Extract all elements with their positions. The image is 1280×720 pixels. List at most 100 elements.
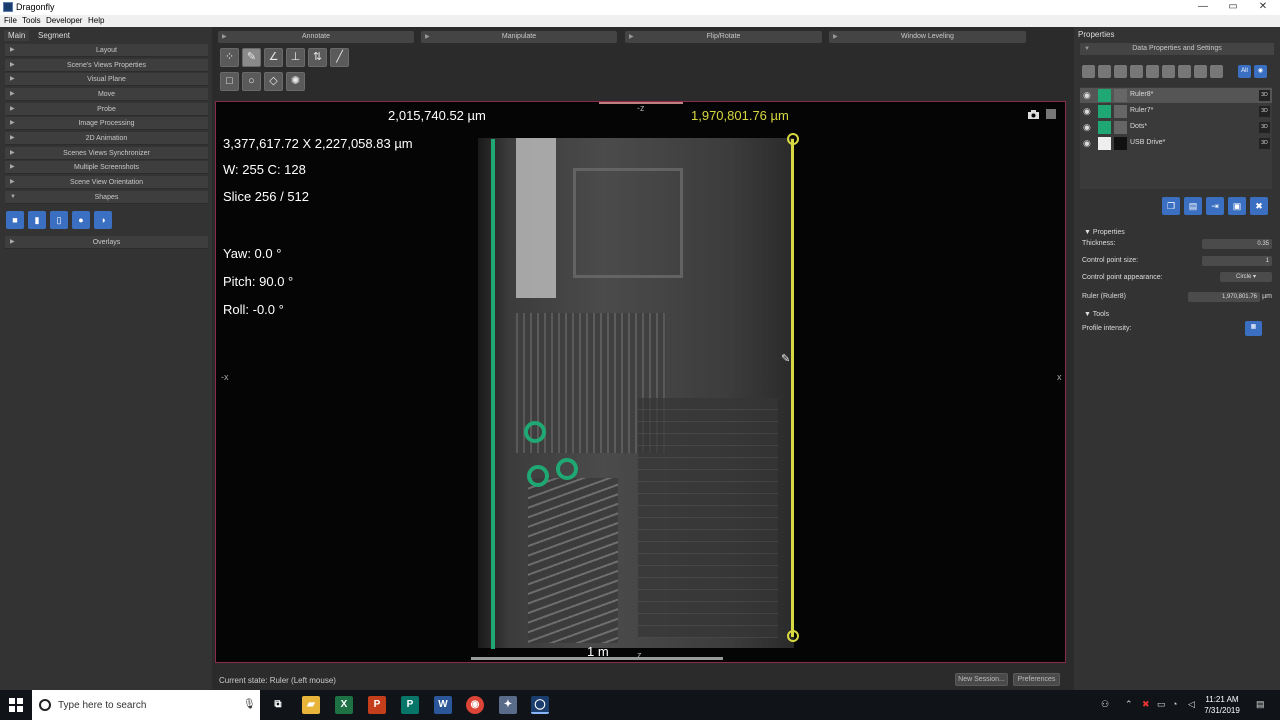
app-icon[interactable]: ✦: [499, 696, 517, 714]
annotate-section[interactable]: ▶ Annotate: [218, 31, 414, 43]
battery-icon[interactable]: ▭: [1157, 699, 1166, 710]
maximize-button[interactable]: ▭: [1225, 1, 1241, 13]
3d-toggle[interactable]: 3D: [1259, 90, 1270, 101]
panel-shapes[interactable]: ▼ Shapes: [5, 191, 208, 204]
tools-section-header[interactable]: ▼ Tools: [1084, 311, 1109, 318]
windows-start-icon[interactable]: [9, 698, 23, 712]
dot-marker[interactable]: [556, 458, 578, 480]
list-item[interactable]: ◉ Ruler8* 3D: [1080, 88, 1272, 103]
ruler-filter-icon[interactable]: [1098, 65, 1111, 78]
tab-segment[interactable]: Segment: [34, 30, 74, 41]
multiroi-filter-icon[interactable]: [1146, 65, 1159, 78]
color-swatch[interactable]: [1098, 89, 1111, 102]
ruler-7-line[interactable]: [491, 139, 495, 649]
list-item[interactable]: ◉ Dots* 3D: [1080, 120, 1272, 135]
dot-marker[interactable]: [524, 421, 546, 443]
ruler-8-bottom-control-point[interactable]: [787, 630, 799, 642]
dot-marker[interactable]: [527, 465, 549, 487]
menu-file[interactable]: File: [4, 16, 17, 25]
image-viewport[interactable]: -z 2,015,740.52 µm 1,970,801.76 µm 3,377…: [215, 101, 1066, 663]
visibility-filter-icon[interactable]: ◉: [1254, 65, 1267, 78]
delete-icon[interactable]: ✖: [1250, 197, 1268, 215]
ruler-8-top-control-point[interactable]: [787, 133, 799, 145]
data-properties-header[interactable]: ▼ Data Properties and Settings: [1080, 43, 1274, 55]
polygon-tool-icon[interactable]: ◇: [264, 72, 283, 91]
freehand-tool-icon[interactable]: ✺: [286, 72, 305, 91]
ruler-8-line[interactable]: [791, 139, 794, 637]
graph-filter-icon[interactable]: [1194, 65, 1207, 78]
box-shape-button[interactable]: ■: [6, 211, 24, 229]
angle-tool-icon[interactable]: ∠: [264, 48, 283, 67]
sphere-shape-button[interactable]: ●: [72, 211, 90, 229]
panel-move[interactable]: ▶ Move: [5, 88, 208, 101]
caliper-tool-icon[interactable]: ⊥: [286, 48, 305, 67]
eye-icon[interactable]: ◉: [1083, 123, 1093, 132]
camera-icon[interactable]: [1028, 110, 1039, 119]
window-leveling-section[interactable]: ▶ Window Leveling: [829, 31, 1026, 43]
list-item[interactable]: ◉ Ruler7* 3D: [1080, 104, 1272, 119]
annotation-filter-icon[interactable]: [1210, 65, 1223, 78]
new-session-button[interactable]: New Session...: [955, 673, 1008, 686]
save-icon[interactable]: ▣: [1228, 197, 1246, 215]
panel-scenes-views-synchronizer[interactable]: ▶ Scenes Views Synchronizer: [5, 147, 208, 160]
control-point-appearance-select[interactable]: Circle ▾: [1220, 272, 1272, 282]
eye-icon[interactable]: ◉: [1083, 91, 1093, 100]
project-icon[interactable]: P: [401, 696, 419, 714]
ruler-tool-icon[interactable]: ✎: [242, 48, 261, 67]
file-explorer-icon[interactable]: ▰: [302, 696, 320, 714]
word-icon[interactable]: W: [434, 696, 452, 714]
minimize-button[interactable]: —: [1195, 1, 1211, 13]
dots-tool-icon[interactable]: ⁘: [220, 48, 239, 67]
thickness-field[interactable]: 0.35: [1202, 239, 1272, 249]
tab-main[interactable]: Main: [4, 30, 30, 41]
menu-help[interactable]: Help: [88, 16, 104, 25]
rectangle-tool-icon[interactable]: □: [220, 72, 239, 91]
line-tool-icon[interactable]: ╱: [330, 48, 349, 67]
taskbar-search-box[interactable]: Type here to search 🎙: [32, 690, 260, 720]
distance-tool-icon[interactable]: ⇅: [308, 48, 327, 67]
3d-toggle[interactable]: 3D: [1259, 138, 1270, 149]
panel-multiple-screenshots[interactable]: ▶ Multiple Screenshots: [5, 161, 208, 174]
maximize-view-icon[interactable]: [1046, 109, 1056, 119]
flip-rotate-section[interactable]: ▶ Flip/Rotate: [625, 31, 822, 43]
export-icon[interactable]: ⇥: [1206, 197, 1224, 215]
color-swatch[interactable]: [1098, 137, 1111, 150]
tube-shape-button[interactable]: ▯: [50, 211, 68, 229]
panel-layout[interactable]: ▶ Layout: [5, 44, 208, 57]
network-icon[interactable]: ◔: [1172, 699, 1177, 709]
ellipse-tool-icon[interactable]: ○: [242, 72, 261, 91]
powerpoint-icon[interactable]: P: [368, 696, 386, 714]
cylinder-shape-button[interactable]: ▮: [28, 211, 46, 229]
3d-toggle[interactable]: 3D: [1259, 106, 1270, 117]
mesh-filter-icon[interactable]: [1162, 65, 1175, 78]
panel-image-processing[interactable]: ▶ Image Processing: [5, 117, 208, 130]
chrome-icon[interactable]: ◉: [466, 696, 484, 714]
panel-scenes-views-properties[interactable]: ▶ Scene's Views Properties: [5, 59, 208, 72]
image-filter-icon[interactable]: [1114, 65, 1127, 78]
close-button[interactable]: ✕: [1255, 1, 1271, 13]
volume-icon[interactable]: ◁: [1188, 699, 1195, 710]
color-swatch[interactable]: [1098, 105, 1111, 118]
tray-chevron-icon[interactable]: ⌃: [1125, 699, 1133, 710]
new-document-icon[interactable]: ▤: [1184, 197, 1202, 215]
panel-visual-plane[interactable]: ▶ Visual Plane: [5, 73, 208, 86]
color-swatch[interactable]: [1098, 121, 1111, 134]
all-filter-button[interactable]: All: [1238, 65, 1251, 78]
list-item[interactable]: ◉ USB Drive* 3D: [1080, 136, 1272, 151]
task-view-icon[interactable]: ⧉: [269, 696, 287, 714]
eye-icon[interactable]: ◉: [1083, 139, 1093, 148]
menu-developer[interactable]: Developer: [46, 16, 82, 25]
people-icon[interactable]: ⚇: [1101, 699, 1109, 710]
panel-scene-view-orientation[interactable]: ▶ Scene View Orientation: [5, 176, 208, 189]
panel-probe[interactable]: ▶ Probe: [5, 103, 208, 116]
roi-filter-icon[interactable]: [1130, 65, 1143, 78]
duplicate-icon[interactable]: ❐: [1162, 197, 1180, 215]
taskbar-clock[interactable]: 11:21 AM 7/31/2019: [1196, 694, 1248, 716]
manipulate-section[interactable]: ▶ Manipulate: [421, 31, 617, 43]
excel-icon[interactable]: X: [335, 696, 353, 714]
grid-filter-icon[interactable]: [1082, 65, 1095, 78]
eye-icon[interactable]: ◉: [1083, 107, 1093, 116]
menu-tools[interactable]: Tools: [22, 16, 41, 25]
microphone-icon[interactable]: 🎙: [243, 699, 256, 710]
profile-intensity-chart-icon[interactable]: ▦: [1245, 321, 1262, 336]
